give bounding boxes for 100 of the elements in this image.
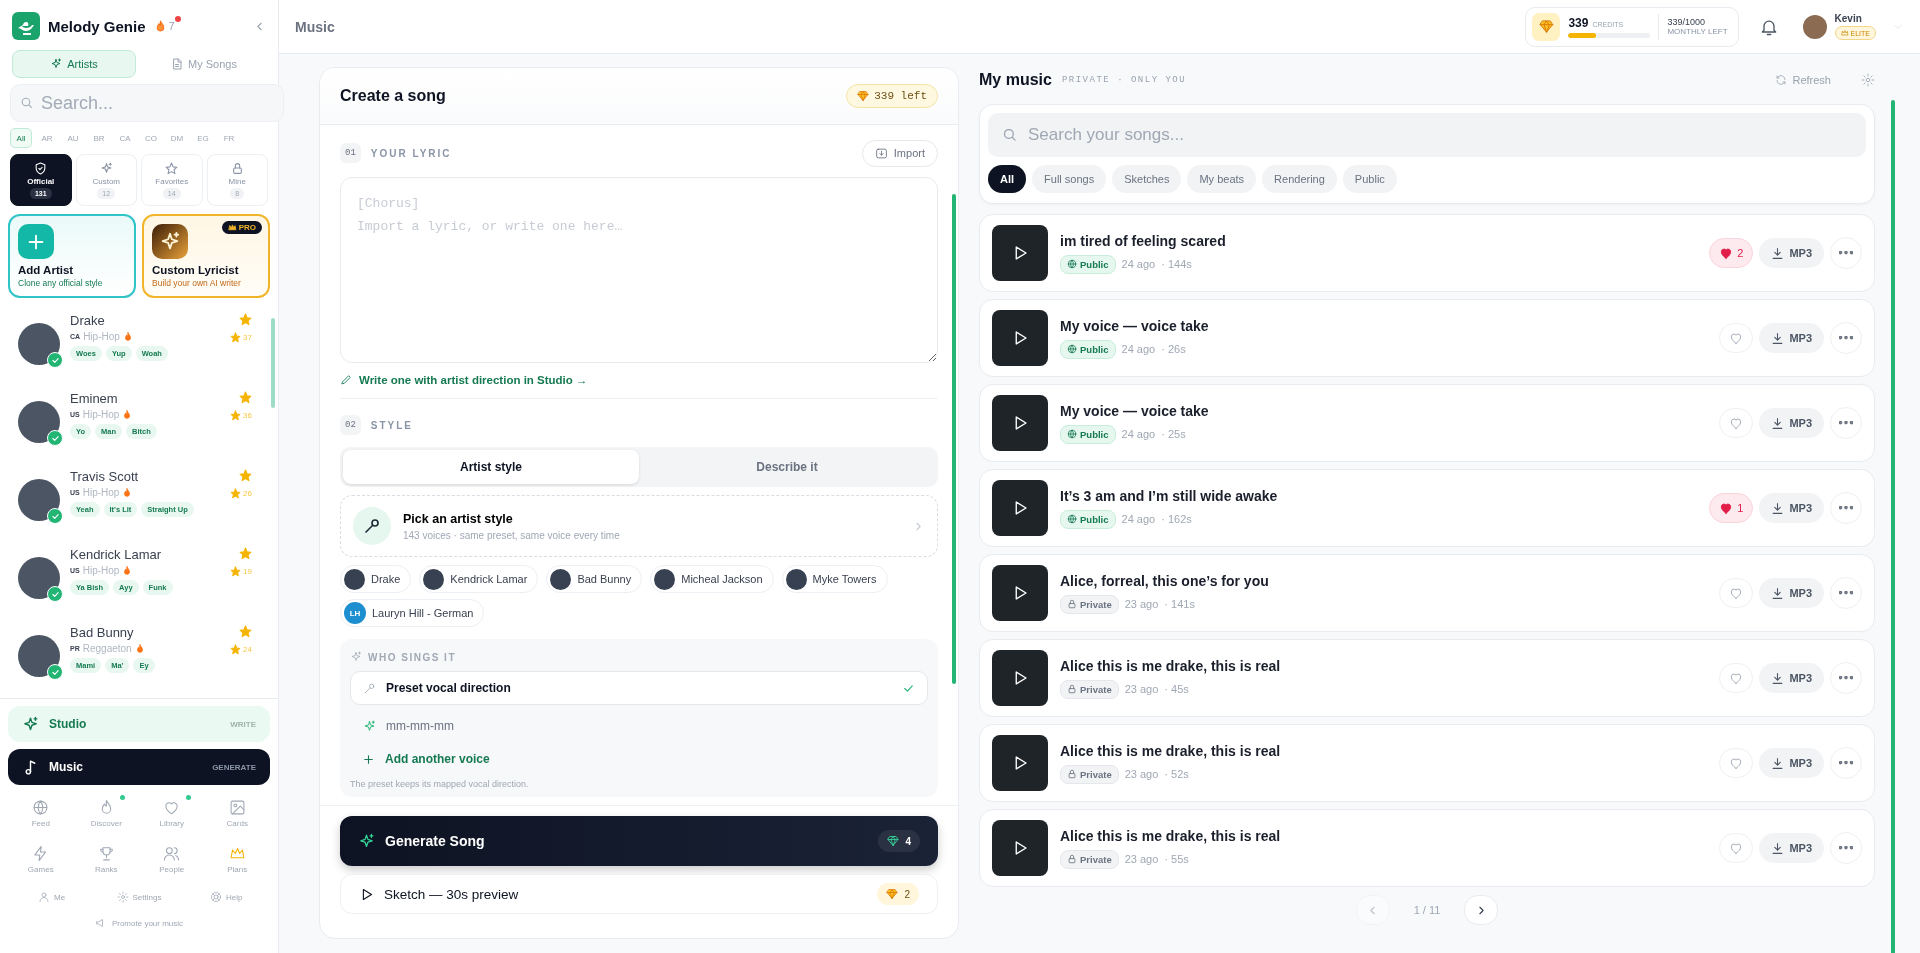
more-button[interactable] [1830, 237, 1862, 269]
country-filter[interactable]: FR [218, 128, 240, 148]
favorite-count: 36 [243, 411, 252, 420]
generate-button[interactable]: Generate Song 4 [340, 816, 938, 866]
credits-amount: 339 [1568, 15, 1589, 30]
more-button[interactable] [1830, 747, 1862, 779]
cover-photo[interactable] [992, 480, 1048, 536]
country-filter[interactable]: AU [62, 128, 84, 148]
artist-name: Bad Bunny [70, 625, 135, 640]
artist-search-field[interactable]: Search... [10, 84, 284, 122]
country-filter[interactable]: EG [192, 128, 214, 148]
sparkle-icon [50, 58, 63, 70]
download-button[interactable]: MP3 [1759, 238, 1824, 268]
cover-photo[interactable] [992, 565, 1048, 621]
lyric-field[interactable]: [Chorus] Import a lyric, or write one here… [340, 177, 938, 363]
more-button[interactable] [1830, 492, 1862, 524]
cover-photo[interactable] [992, 650, 1048, 706]
section-label: STYLE [370, 419, 414, 431]
sidebar-tab[interactable]: My Songs [142, 50, 266, 78]
song-filter[interactable]: Rendering [1262, 165, 1337, 193]
like-button[interactable]: 1 [1709, 493, 1754, 523]
more-button[interactable] [1830, 322, 1862, 354]
style-tab[interactable]: Artist style [343, 450, 639, 484]
cover-photo[interactable] [992, 735, 1048, 791]
mode-button[interactable]: Studio WRITE [8, 706, 270, 742]
sketch-button[interactable]: Sketch — 30s preview 2 [340, 874, 938, 914]
singer-option[interactable]: mm-mm-mm [350, 709, 928, 743]
download-button[interactable]: MP3 [1759, 663, 1824, 693]
footer-link[interactable]: Settings [95, 887, 183, 907]
song-filter[interactable]: Full songs [1032, 165, 1107, 193]
nav-item[interactable]: Plans [204, 839, 270, 879]
nav-item[interactable]: Discover [73, 793, 139, 833]
globe-icon [1067, 429, 1077, 439]
promote-link[interactable]: Promote your music [0, 917, 278, 929]
download-button[interactable]: MP3 [1759, 833, 1824, 863]
country-filter[interactable]: AR [36, 128, 58, 148]
artist-chip[interactable]: Myke Towers [781, 565, 888, 593]
artist-chip[interactable]: Kendrick Lamar [419, 565, 539, 593]
country-filter[interactable]: CO [140, 128, 162, 148]
footer-link[interactable]: Me [8, 887, 96, 907]
download-button[interactable]: MP3 [1759, 578, 1824, 608]
artist-avatar [18, 635, 60, 677]
song-filter[interactable]: Public [1342, 165, 1397, 193]
singer-option[interactable]: Preset vocal direction [350, 671, 928, 705]
mode-button[interactable]: Music GENERATE [8, 749, 270, 785]
nav-item[interactable]: Games [8, 839, 74, 879]
nav-item[interactable]: Cards [204, 793, 270, 833]
step-number: 02 [340, 415, 361, 435]
like-button[interactable]: 2 [1709, 238, 1754, 268]
country-filter[interactable]: DM [166, 128, 188, 148]
refresh-button[interactable]: Refresh [1769, 73, 1837, 87]
studio-link[interactable]: Write one with artist direction in Studio → [340, 373, 588, 386]
favorite-count: 37 [243, 333, 252, 342]
cover-photo[interactable] [992, 225, 1048, 281]
import-button[interactable]: Import [861, 139, 938, 167]
footer-link[interactable]: Help [182, 887, 270, 907]
more-button[interactable] [1830, 832, 1862, 864]
song-search-field[interactable]: Search your songs... [988, 113, 1866, 157]
country-filter[interactable]: All [10, 128, 32, 148]
gem-icon [1538, 19, 1554, 34]
sidebar-tab[interactable]: Artists [12, 50, 136, 78]
add-voice-button[interactable]: Add another voice [350, 743, 502, 775]
settings-icon [116, 891, 129, 903]
download-button[interactable]: MP3 [1759, 408, 1824, 438]
song-filter[interactable]: All [988, 165, 1027, 193]
artist-style-picker[interactable]: Pick an artist style 143 voices · same preset, same voice every time [340, 495, 938, 557]
cover-photo[interactable] [992, 820, 1048, 876]
genre-label: Hip-Hop [82, 487, 120, 498]
song-duration: · 25s [1161, 428, 1186, 440]
download-icon [1771, 756, 1785, 770]
download-button[interactable]: MP3 [1759, 493, 1824, 523]
style-tab[interactable]: Describe it [639, 450, 935, 484]
more-button[interactable] [1830, 407, 1862, 439]
artist-chip[interactable]: Bad Bunny [546, 565, 643, 593]
cover-photo[interactable] [992, 395, 1048, 451]
heart-icon [1719, 501, 1734, 515]
nav-item[interactable]: Library [139, 793, 205, 833]
song-filter[interactable]: My beats [1187, 165, 1257, 193]
gem-icon [887, 835, 900, 847]
nav-item[interactable]: Feed [8, 793, 74, 833]
song-filter[interactable]: Sketches [1112, 165, 1182, 193]
artist-chip[interactable]: LH Lauryn Hill - German [340, 599, 485, 627]
song-title: It’s 3 am and I’m still wide awake [1060, 487, 1278, 504]
download-button[interactable]: MP3 [1759, 748, 1824, 778]
country-filter[interactable]: CA [114, 128, 136, 148]
more-button[interactable] [1830, 662, 1862, 694]
custom-lyricist-card[interactable]: PRO Custom Lyricist Build your own AI writer [142, 214, 270, 298]
settings-button[interactable] [1861, 73, 1875, 87]
nav-item[interactable]: Ranks [73, 839, 139, 879]
cover-photo[interactable] [992, 310, 1048, 366]
trophy-icon [97, 844, 115, 862]
heart-icon [1729, 671, 1744, 685]
more-button[interactable] [1830, 577, 1862, 609]
user-avatar [1802, 14, 1827, 39]
artist-chip[interactable]: Drake [340, 565, 412, 593]
artist-chip[interactable]: Micheal Jackson [650, 565, 774, 593]
download-button[interactable]: MP3 [1759, 323, 1824, 353]
add-artist-card[interactable]: Add Artist Clone any official style [8, 214, 136, 298]
country-filter[interactable]: BR [88, 128, 110, 148]
nav-item[interactable]: People [139, 839, 205, 879]
